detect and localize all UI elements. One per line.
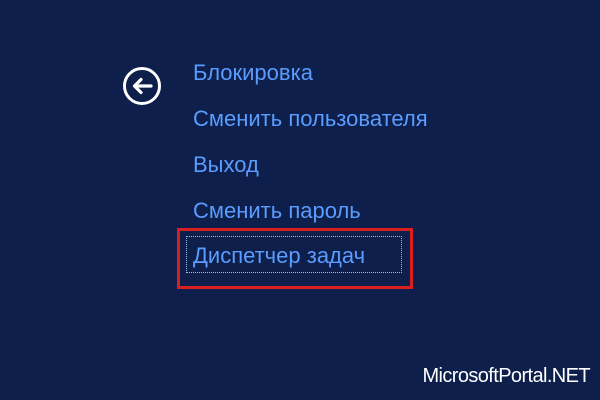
menu-item-sign-out[interactable]: Выход (193, 152, 259, 178)
security-options-menu: Блокировка Сменить пользователя Выход См… (0, 0, 600, 400)
watermark: MicrosoftPortal.NET (422, 365, 590, 387)
ctrl-alt-del-screen: Блокировка Сменить пользователя Выход См… (0, 0, 600, 400)
menu-item-lock[interactable]: Блокировка (193, 60, 313, 86)
highlight-box (177, 228, 413, 289)
menu-item-switch-user[interactable]: Сменить пользователя (193, 106, 428, 132)
menu-item-change-password[interactable]: Сменить пароль (193, 198, 361, 224)
